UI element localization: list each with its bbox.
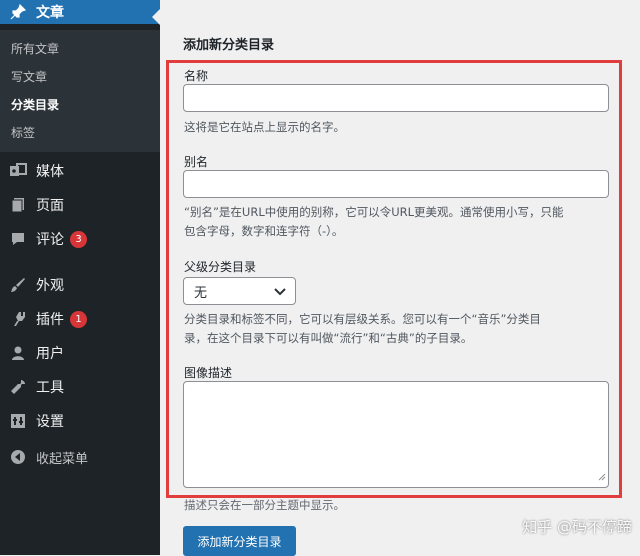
menu-settings-label: 设置: [36, 414, 64, 430]
image-description-help: 描述只会在一部分主题中显示。: [184, 498, 345, 512]
menu-users[interactable]: 用户: [0, 336, 160, 370]
parent-help-line-2: 录，在这个目录下可以有叫做“流行”和“古典”的子目录。: [184, 331, 473, 345]
name-help: 这将是它在站点上显示的名字。: [184, 120, 345, 134]
media-icon: [0, 163, 36, 179]
menu-users-label: 用户: [36, 346, 64, 362]
menu-media-label: 媒体: [36, 164, 64, 180]
image-description-textarea[interactable]: [183, 381, 609, 488]
current-arrow: [152, 9, 160, 25]
parent-select-value: 无: [194, 285, 208, 301]
wrench-icon: [0, 379, 36, 395]
menu-comments[interactable]: 评论 3: [0, 222, 160, 256]
submenu-write-post[interactable]: 写文章: [11, 68, 47, 85]
collapse-icon: [0, 449, 36, 465]
menu-tools[interactable]: 工具: [0, 370, 160, 404]
menu-posts[interactable]: 文章: [0, 0, 160, 25]
user-icon: [0, 345, 36, 361]
submenu-tags[interactable]: 标签: [11, 124, 35, 141]
parent-label: 父级分类目录: [184, 260, 257, 274]
watermark: 知乎 @码不停蹄: [522, 518, 632, 536]
menu-pages-label: 页面: [36, 198, 64, 214]
pin-icon: [0, 4, 36, 20]
resize-grip-icon[interactable]: [598, 466, 606, 485]
posts-submenu: 所有文章 写文章 分类目录 标签: [0, 30, 160, 152]
name-input[interactable]: [183, 84, 609, 112]
menu-appearance-label: 外观: [36, 278, 64, 294]
form-title: 添加新分类目录: [183, 38, 275, 53]
comment-icon: [0, 231, 36, 247]
menu-media[interactable]: 媒体: [0, 154, 160, 188]
image-description-label: 图像描述: [184, 366, 233, 380]
slug-input[interactable]: [183, 170, 609, 198]
menu-pages[interactable]: 页面: [0, 188, 160, 222]
menu-plugins-label: 插件: [36, 312, 64, 328]
menu-tools-label: 工具: [36, 380, 64, 396]
menu-plugins[interactable]: 插件 1: [0, 302, 160, 336]
plugin-icon: [0, 311, 36, 327]
menu-settings[interactable]: 设置: [0, 404, 160, 438]
slug-help-line-2: 包含字母，数字和连字符（-）。: [184, 224, 344, 238]
settings-icon: [0, 413, 36, 429]
slug-label: 别名: [184, 155, 209, 169]
submenu-all-posts[interactable]: 所有文章: [11, 40, 59, 57]
menu-comments-label: 评论: [36, 232, 64, 248]
page-icon: [0, 197, 36, 213]
menu-appearance[interactable]: 外观: [0, 268, 160, 302]
parent-select[interactable]: 无: [183, 277, 296, 305]
menu-collapse-label: 收起菜单: [36, 451, 89, 467]
comments-count-badge: 3: [70, 230, 87, 248]
name-label: 名称: [184, 69, 209, 83]
parent-help-line-1: 分类目录和标签不同，它可以有层级关系。您可以有一个“音乐”分类目: [184, 312, 541, 326]
menu-posts-label: 文章: [36, 5, 64, 21]
slug-help-line-1: “别名”是在URL中使用的别称，它可以令URL更美观。通常使用小写，只能: [184, 205, 564, 219]
admin-sidebar: 文章 所有文章 写文章 分类目录 标签 媒体 页面 评论 3 外观 插件 1 用…: [0, 0, 160, 555]
plugins-update-badge: 1: [70, 310, 87, 328]
submenu-categories[interactable]: 分类目录: [11, 96, 59, 113]
add-category-button[interactable]: 添加新分类目录: [183, 526, 296, 556]
menu-collapse[interactable]: 收起菜单: [0, 440, 160, 474]
brush-icon: [0, 277, 36, 293]
chevron-down-icon: [273, 284, 287, 302]
